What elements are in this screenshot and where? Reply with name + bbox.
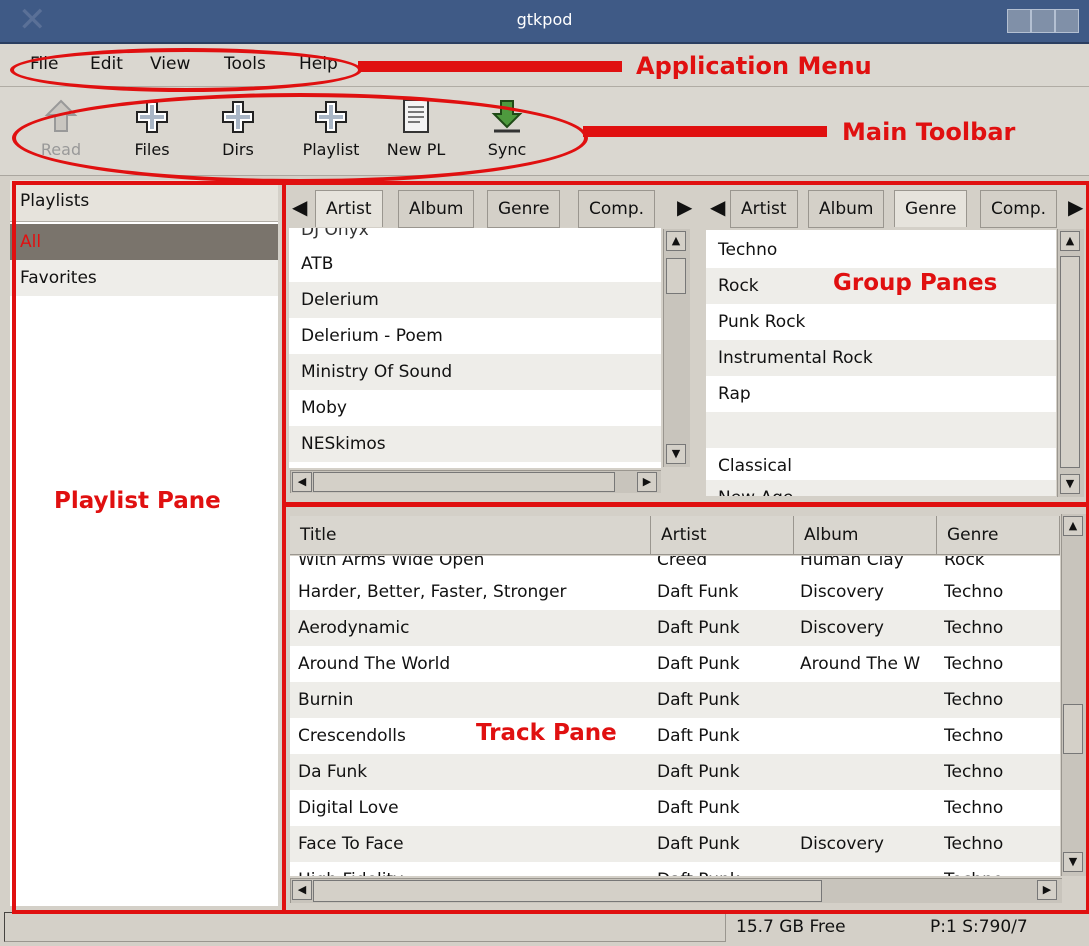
annotation-playlist-box: [12, 181, 286, 914]
annotation-toolbar-bar: [583, 126, 827, 137]
annotation-track-box: [282, 503, 1089, 914]
status-track-count: P:1 S:790/7: [930, 917, 1028, 937]
maximize-icon[interactable]: [1031, 9, 1055, 33]
minimize-icon[interactable]: [1007, 9, 1031, 33]
annotation-toolbar-ellipse: [12, 93, 588, 183]
status-free-space: 15.7 GB Free: [736, 917, 846, 937]
close-icon[interactable]: [1055, 9, 1079, 33]
window-title: gtkpod: [516, 10, 573, 29]
annotation-group-box: [282, 181, 1089, 506]
annotation-main-toolbar: Main Toolbar: [842, 118, 1016, 146]
annotation-application-menu: Application Menu: [636, 52, 872, 80]
annotation-group-panes: Group Panes: [833, 270, 998, 296]
annotation-track-pane: Track Pane: [476, 720, 617, 746]
status-message: [4, 912, 726, 942]
annotation-menu-bar: [358, 61, 622, 72]
annotation-menu-ellipse: [10, 48, 362, 92]
annotation-playlist-pane: Playlist Pane: [54, 488, 221, 514]
